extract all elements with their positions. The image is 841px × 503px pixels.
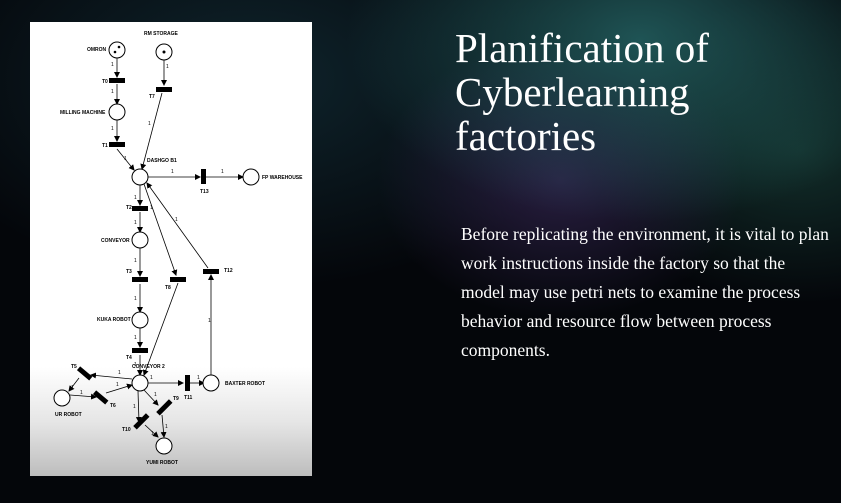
label-t11: T11 (184, 395, 193, 401)
arc-urrobot-t6 (69, 393, 97, 400)
transition-t13 (201, 169, 206, 184)
arc-weight: 1 (134, 258, 137, 264)
arc-weight: 1 (175, 217, 178, 223)
arc-weight: 1 (134, 335, 137, 341)
transition-t5 (76, 366, 93, 381)
arc-weight: 1 (80, 390, 83, 396)
arc-weight: 1 (111, 89, 114, 95)
slide-body-text: Before replicating the environment, it i… (461, 224, 829, 360)
transition-t0 (109, 78, 125, 83)
arc-weight: 1 (154, 392, 157, 398)
slide-title: Planification of Cyberlearning factories (455, 25, 709, 159)
label-t7: T7 (149, 94, 155, 100)
label-kuka-robot: KUKA ROBOT (97, 317, 131, 323)
arc-weight: 1 (208, 318, 211, 324)
label-rm-storage: RM STORAGE (144, 31, 178, 37)
place-baxter-robot (202, 374, 220, 392)
place-yumi-robot (155, 437, 173, 455)
arc-weight: 1 (133, 404, 136, 410)
arc-weight: 1 (171, 169, 174, 175)
arc-weight: 1 (221, 169, 224, 175)
label-t12: T12 (224, 268, 233, 274)
label-t4: T4 (126, 355, 132, 361)
arc-weight: 1 (151, 431, 154, 437)
arc-weight: 1 (150, 375, 153, 381)
arc-weight: 1 (71, 385, 74, 391)
label-t0: T0 (102, 79, 108, 85)
label-ur-robot: UR ROBOT (55, 412, 82, 418)
transition-t3 (132, 277, 148, 282)
arc-weight: 1 (165, 424, 168, 430)
arc-weight: 1 (124, 156, 127, 162)
arc-weight: 1 (118, 370, 121, 376)
label-fp-warehouse: FP WAREHOUSE (262, 175, 303, 181)
transition-t12 (203, 269, 219, 274)
place-milling-machine (108, 103, 126, 121)
place-conveyor (131, 231, 149, 249)
arc-weight: 1 (134, 220, 137, 226)
arc-t6-conveyor2 (105, 383, 133, 394)
arc-t12-dashgo (146, 182, 209, 269)
label-t1: T1 (102, 143, 108, 149)
transition-t4 (132, 348, 148, 353)
label-t13: T13 (200, 189, 209, 195)
transition-t8 (170, 277, 186, 282)
token (113, 50, 117, 54)
transition-t6 (92, 390, 109, 405)
transition-t2 (132, 206, 148, 211)
label-t9: T9 (173, 396, 179, 402)
label-t8: T8 (165, 285, 171, 291)
label-t3: T3 (126, 269, 132, 275)
transition-t9 (156, 399, 173, 416)
arc-conveyor2-t5 (90, 372, 133, 380)
petri-net-svg: OMRON RM STORAGE MILLING MACHINE DASHGO … (53, 31, 303, 466)
place-ur-robot (53, 389, 71, 407)
place-kuka-robot (131, 311, 149, 329)
label-t2: T2 (126, 205, 132, 211)
arc-dashgo-t8 (143, 183, 178, 276)
place-dashgo-b1 (131, 168, 149, 186)
label-yumi-robot: YUMI ROBOT (146, 460, 178, 466)
arc-weight: 1 (134, 195, 137, 201)
arc-weight: 1 (116, 382, 119, 388)
arc-t8-conveyor2 (142, 282, 179, 376)
label-dashgo-b1: DASHGO B1 (147, 158, 177, 164)
label-t5: T5 (71, 364, 77, 370)
transition-t11 (185, 375, 190, 391)
arc-weight: 1 (150, 205, 153, 211)
label-milling-machine: MILLING MACHINE (60, 110, 106, 116)
token (117, 45, 121, 49)
transition-t1 (109, 142, 125, 147)
label-t6: T6 (110, 403, 116, 409)
place-fp-warehouse (242, 168, 260, 186)
label-conveyor: CONVEYOR (101, 238, 130, 244)
label-conveyor-2: CONVEYOR 2 (132, 364, 165, 370)
label-baxter-robot: BAXTER ROBOT (225, 381, 265, 387)
arc-weight: 1 (166, 64, 169, 70)
token (162, 50, 166, 54)
arc-weight: 1 (134, 362, 137, 368)
place-conveyor-2 (131, 374, 149, 392)
arc-weight: 1 (148, 121, 151, 127)
label-t10: T10 (122, 427, 131, 433)
label-omron: OMRON (87, 47, 107, 53)
arc-conveyor2-t10 (135, 390, 142, 423)
arc-weight: 1 (197, 375, 200, 381)
arc-weight: 1 (134, 296, 137, 302)
place-omron (108, 41, 126, 59)
arc-weight: 1 (111, 62, 114, 68)
petri-net-diagram: OMRON RM STORAGE MILLING MACHINE DASHGO … (30, 22, 312, 476)
transition-t7 (156, 87, 172, 92)
arc-weight: 1 (111, 126, 114, 132)
arc-t9-yumi (160, 414, 167, 438)
